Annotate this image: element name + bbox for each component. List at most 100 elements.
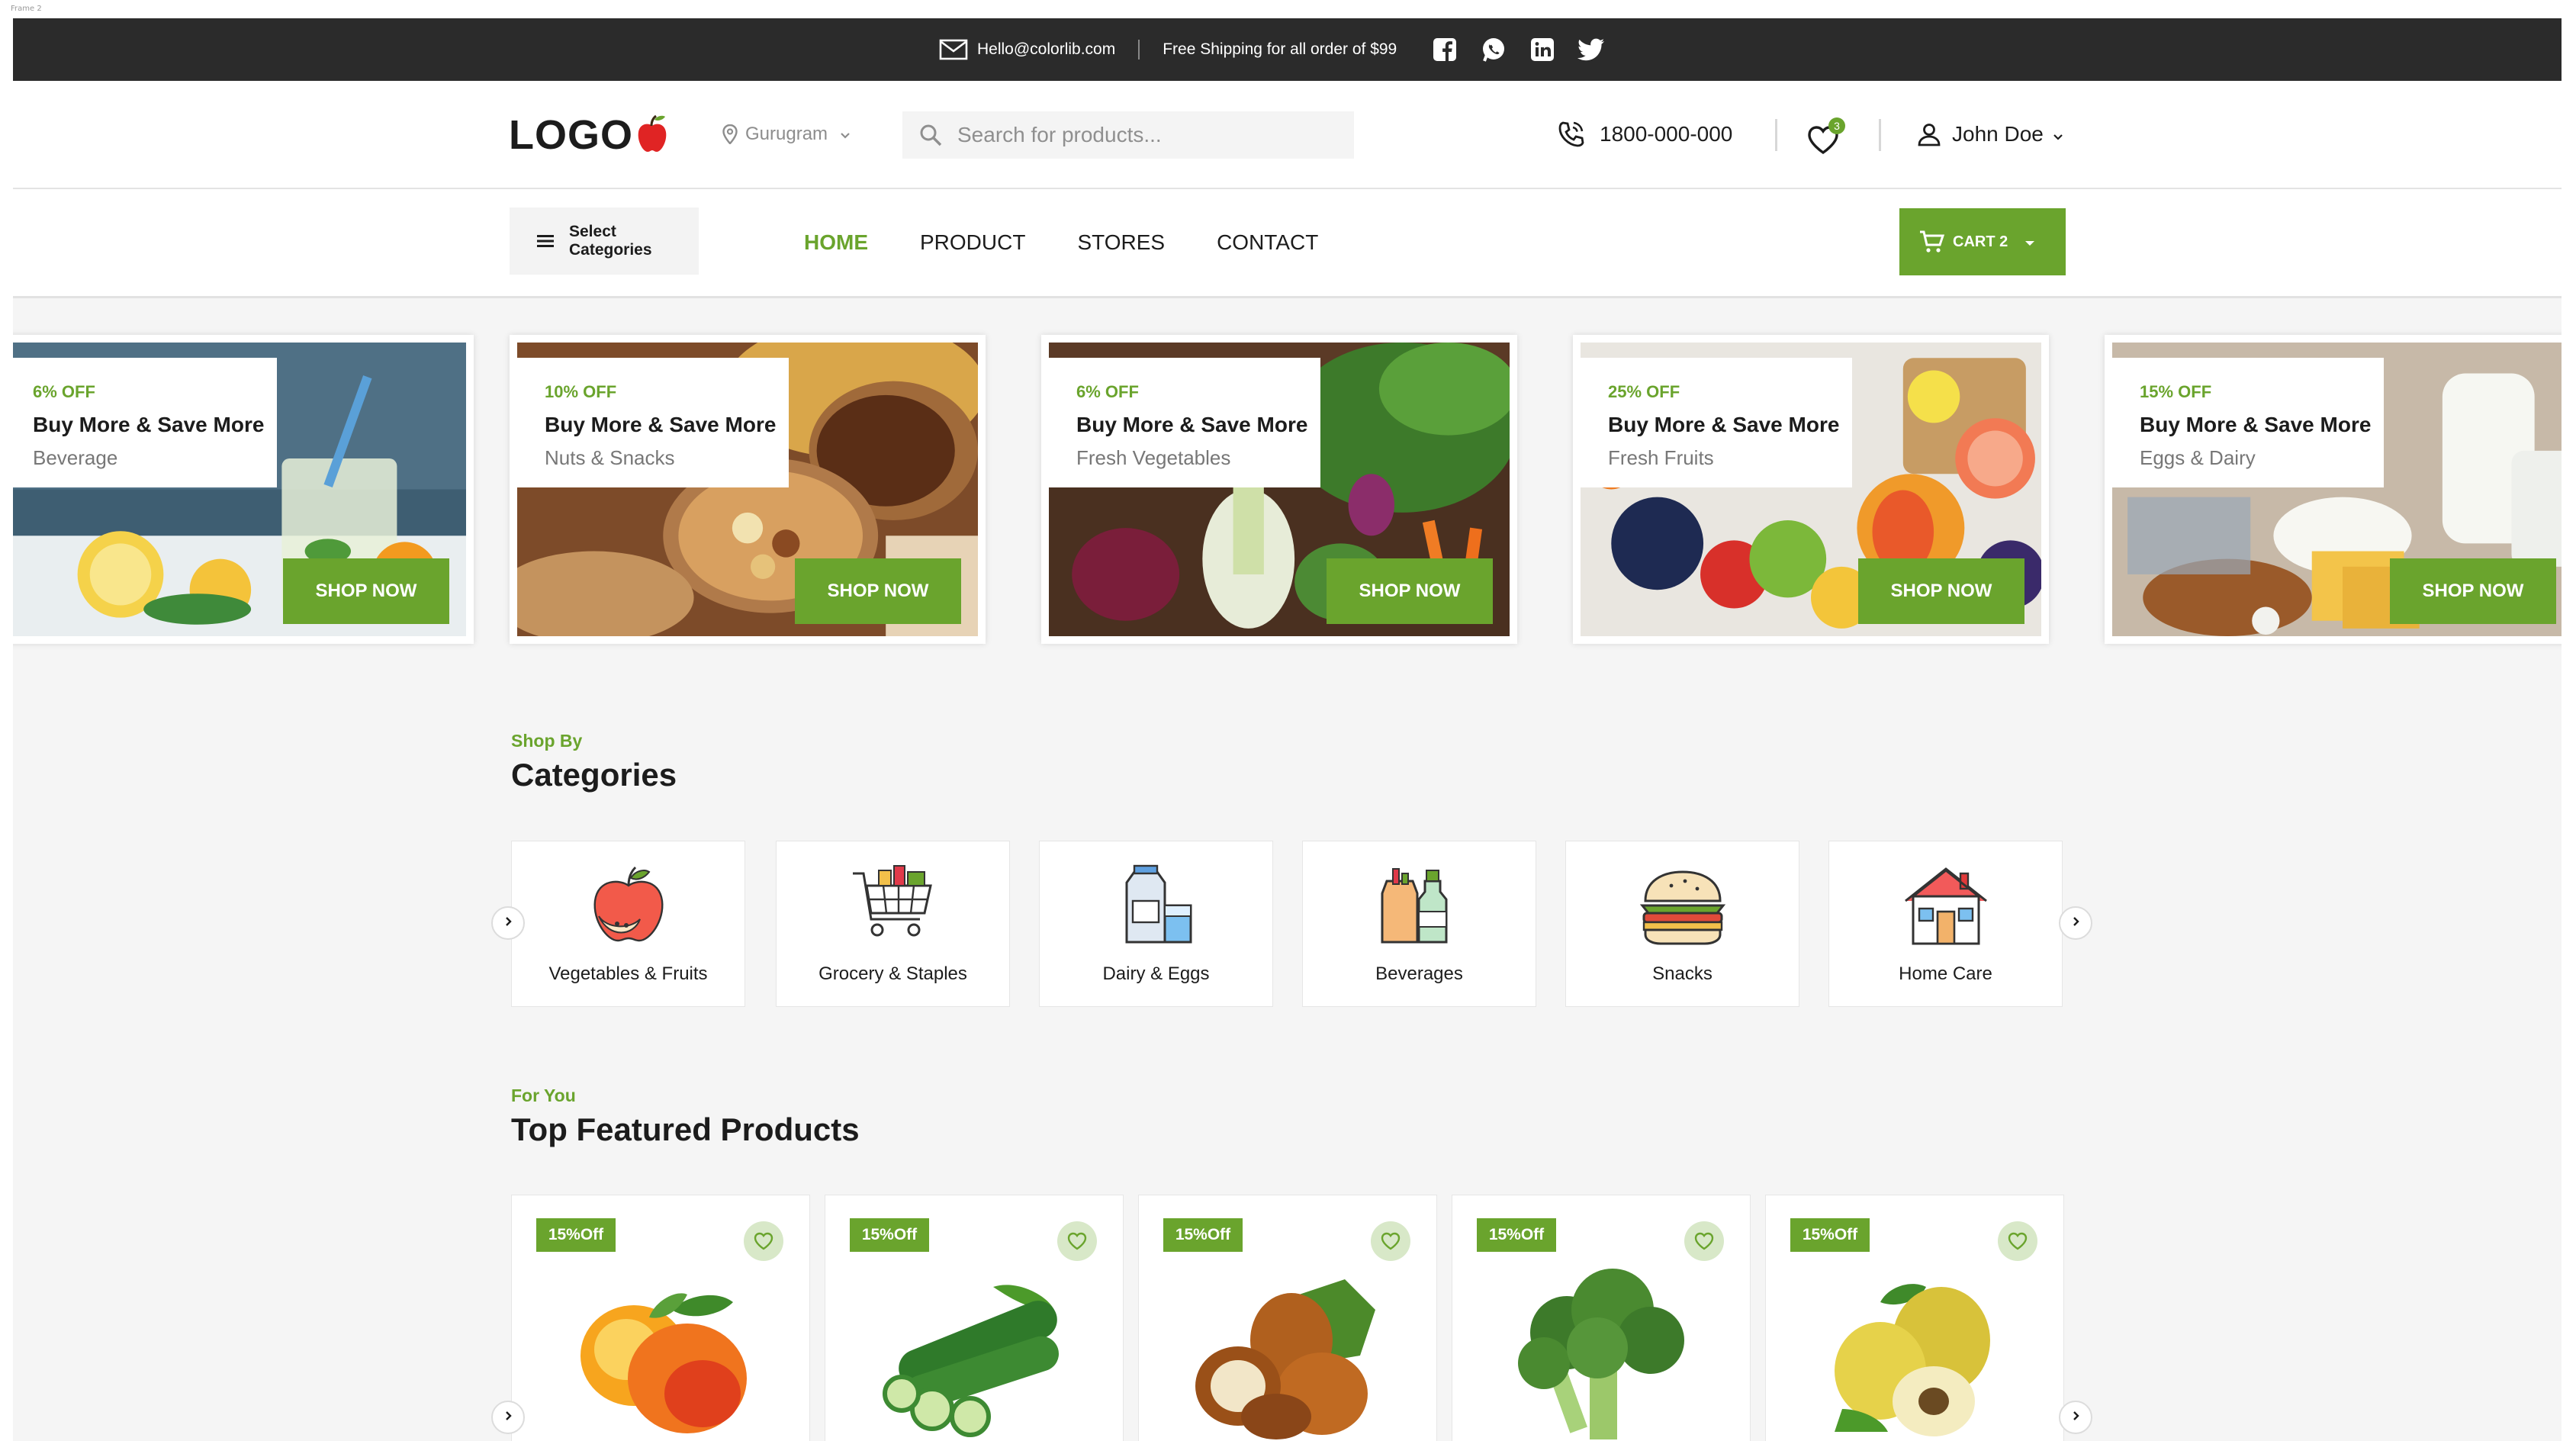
divider (1879, 119, 1881, 151)
apple-logo-icon (633, 112, 671, 159)
wishlist-heart-icon[interactable] (1371, 1221, 1410, 1261)
promo-banner-vegetables[interactable]: 6% OFF Buy More & Save More Fresh Vegeta… (1041, 335, 1517, 644)
divider (1775, 119, 1777, 151)
nav-item-product[interactable]: PRODUCT (920, 230, 1025, 255)
user-menu[interactable]: John Doe (1917, 122, 2063, 146)
top-bar: Hello@colorlib.com Free Shipping for all… (13, 18, 2562, 81)
logo-text: LOGO (509, 112, 633, 158)
chevron-down-icon (840, 124, 851, 145)
wishlist-heart-icon[interactable] (1057, 1221, 1097, 1261)
banner-headline: Buy More & Save More (1608, 413, 1840, 436)
cart-button[interactable]: CART 2 (1899, 208, 2066, 275)
categories-kicker: Shop By (511, 731, 583, 751)
featured-title: Top Featured Products (511, 1111, 860, 1147)
discount-badge: 15%Off (536, 1218, 616, 1252)
banner-info: 15% OFF Buy More & Save More Eggs & Dair… (2112, 358, 2384, 487)
discount-badge: 15%Off (850, 1218, 929, 1252)
chevron-right-icon (503, 1410, 513, 1426)
banner-discount: 6% OFF (33, 382, 95, 401)
promo-banner-beverage[interactable]: 6% OFF Buy More & Save More Beverage SHO… (13, 335, 474, 644)
banner-headline: Buy More & Save More (545, 413, 777, 436)
product-card[interactable]: 15%Off (825, 1195, 1124, 1441)
product-card[interactable]: 15%Off (1765, 1195, 2064, 1441)
site-header: LOGO Gurugram 1800-000-000 3 John Doe (13, 81, 2562, 189)
category-label: Snacks (1652, 963, 1713, 984)
nav-item-contact[interactable]: CONTACT (1217, 230, 1318, 255)
product-card[interactable]: 15%Off (511, 1195, 810, 1441)
category-card-dairy-eggs[interactable]: Dairy & Eggs (1039, 841, 1273, 1007)
site-logo[interactable]: LOGO (509, 111, 671, 159)
category-card-grocery-staples[interactable]: Grocery & Staples (776, 841, 1010, 1007)
shop-now-button[interactable]: SHOP NOW (283, 558, 449, 624)
promo-banner-fruits[interactable]: 25% OFF Buy More & Save More Fresh Fruit… (1573, 335, 2049, 644)
banner-discount: 6% OFF (1076, 382, 1139, 401)
banner-headline: Buy More & Save More (33, 413, 265, 436)
search-input[interactable] (956, 122, 1310, 148)
burger-icon (1638, 863, 1728, 948)
shop-now-button[interactable]: SHOP NOW (1327, 558, 1493, 624)
category-card-vegetables-fruits[interactable]: Vegetables & Fruits (511, 841, 745, 1007)
category-card-home-care[interactable]: Home Care (1828, 841, 2063, 1007)
shop-now-button[interactable]: SHOP NOW (795, 558, 961, 624)
shopping-cart-icon (1919, 230, 1945, 254)
contact-email[interactable]: Hello@colorlib.com (977, 40, 1115, 59)
wishlist-heart-icon[interactable] (744, 1221, 783, 1261)
products-next-button[interactable] (2059, 1401, 2092, 1434)
menu-icon (537, 234, 554, 248)
product-image-broccoli (1498, 1264, 1706, 1439)
banner-info: 6% OFF Buy More & Save More Fresh Vegeta… (1049, 358, 1320, 487)
facebook-icon[interactable] (1430, 35, 1459, 64)
phone-contact[interactable]: 1800-000-000 (1557, 121, 1732, 148)
wishlist-heart-icon[interactable] (1998, 1221, 2037, 1261)
wishlist-heart-icon[interactable] (1684, 1221, 1724, 1261)
discount-badge: 15%Off (1163, 1218, 1243, 1252)
discount-badge: 15%Off (1790, 1218, 1870, 1252)
chevron-down-icon (2053, 122, 2063, 146)
banner-discount: 15% OFF (2140, 382, 2212, 401)
select-categories-label: Select Categories (569, 223, 652, 259)
categories-prev-button[interactable] (491, 906, 525, 940)
category-label: Grocery & Staples (818, 963, 967, 984)
location-label: Gurugram (745, 124, 828, 144)
whatsapp-icon[interactable] (1479, 35, 1508, 64)
product-card[interactable]: 15%Off (1452, 1195, 1751, 1441)
chevron-right-icon (2071, 915, 2080, 931)
banner-info: 6% OFF Buy More & Save More Beverage (13, 358, 277, 487)
category-label: Vegetables & Fruits (548, 963, 708, 984)
phone-icon (1557, 121, 1584, 148)
select-categories-button[interactable]: Select Categories (510, 207, 699, 275)
linkedin-icon[interactable] (1528, 35, 1557, 64)
promo-banner-dairy[interactable]: 15% OFF Buy More & Save More Eggs & Dair… (2105, 335, 2562, 644)
twitter-icon[interactable] (1577, 35, 1606, 64)
caret-down-icon (2024, 233, 2035, 251)
main-nav: Select Categories HOME PRODUCT STORES CO… (13, 189, 2562, 298)
user-name: John Doe (1952, 122, 2044, 146)
top-bar-content: Hello@colorlib.com Free Shipping for all… (939, 18, 1606, 81)
promo-banner-nuts[interactable]: 10% OFF Buy More & Save More Nuts & Snac… (510, 335, 986, 644)
banner-info: 25% OFF Buy More & Save More Fresh Fruit… (1581, 358, 1852, 487)
chevron-left-icon (503, 915, 513, 931)
banner-category: Beverage (33, 446, 118, 469)
nav-item-home[interactable]: HOME (804, 230, 868, 255)
shop-now-button[interactable]: SHOP NOW (2390, 558, 2556, 624)
product-image-hazelnut (1185, 1264, 1392, 1439)
nav-item-stores[interactable]: STORES (1077, 230, 1165, 255)
mail-icon (939, 38, 968, 61)
products-prev-button[interactable] (491, 1401, 525, 1434)
location-selector[interactable]: Gurugram (722, 124, 851, 145)
shop-now-button[interactable]: SHOP NOW (1858, 558, 2024, 624)
categories-next-button[interactable] (2059, 906, 2092, 940)
banner-info: 10% OFF Buy More & Save More Nuts & Snac… (517, 358, 789, 487)
wishlist-button[interactable]: 3 (1807, 117, 1845, 155)
product-card[interactable]: 15%Off (1138, 1195, 1437, 1441)
banner-category: Nuts & Snacks (545, 446, 675, 469)
banner-category: Fresh Fruits (1608, 446, 1714, 469)
category-label: Home Care (1899, 963, 1992, 984)
divider (1138, 40, 1140, 60)
category-card-snacks[interactable]: Snacks (1565, 841, 1799, 1007)
featured-kicker: For You (511, 1086, 576, 1105)
shipping-notice: Free Shipping for all order of $99 (1163, 40, 1397, 58)
category-card-beverages[interactable]: Beverages (1302, 841, 1536, 1007)
search-icon[interactable] (919, 124, 942, 146)
shopping-cart-icon (848, 863, 938, 948)
